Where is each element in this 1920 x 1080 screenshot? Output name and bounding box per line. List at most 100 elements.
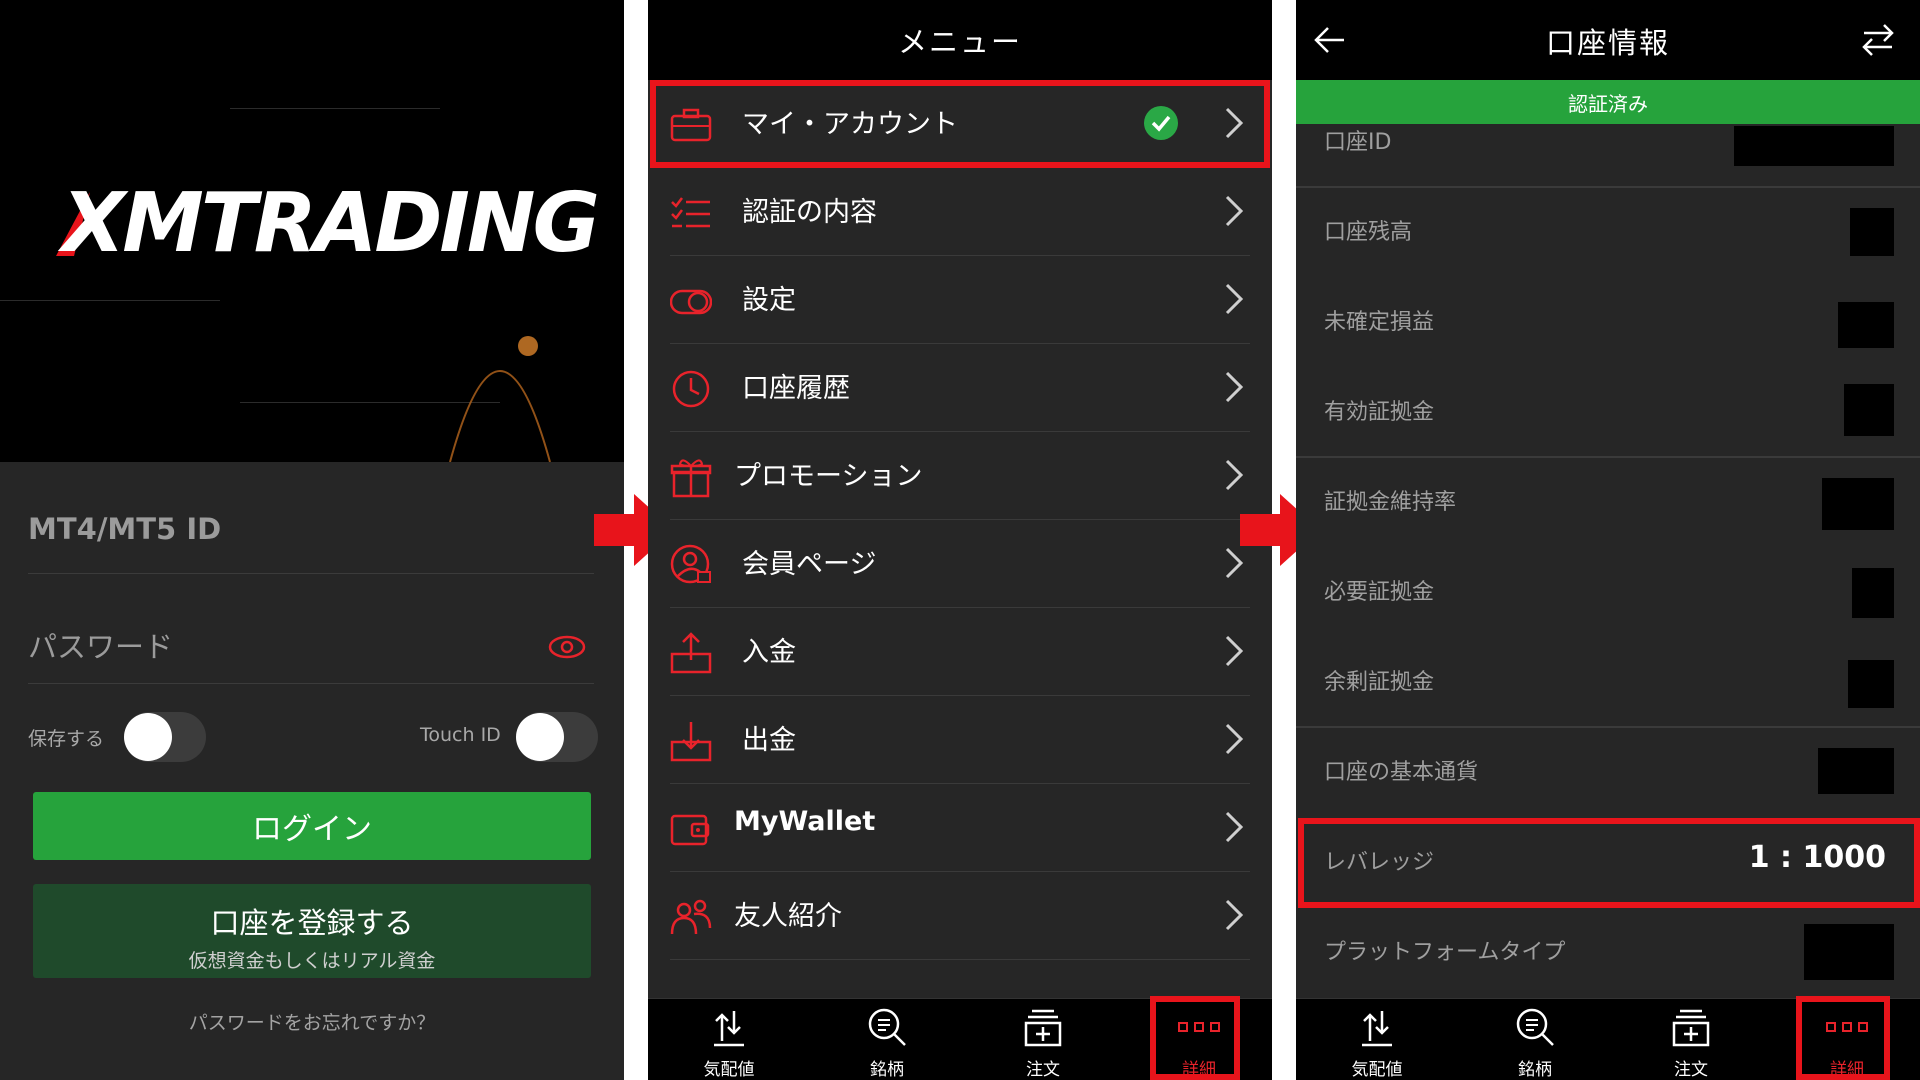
touchid-label: Touch ID — [420, 724, 501, 746]
row-label: 口座ID — [1324, 130, 1392, 155]
friends-icon — [670, 896, 712, 938]
row-free-margin: 余剰証拠金 — [1324, 638, 1894, 726]
menu-item-settings[interactable]: 設定 — [669, 256, 1250, 344]
row-label: 証拠金維持率 — [1324, 490, 1457, 515]
mt-id-input[interactable]: MT4/MT5 ID — [28, 512, 594, 574]
menu-item-label: 口座履歴 — [742, 373, 850, 404]
row-label: 必要証拠金 — [1324, 580, 1435, 605]
redacted-value — [1804, 924, 1894, 980]
menu-item-label: 出金 — [742, 725, 796, 756]
highlight-my-account — [650, 80, 1270, 168]
symbol-search-icon — [868, 1008, 906, 1046]
menu-item-mywallet[interactable]: MyWallet — [670, 784, 1250, 872]
menu-item-member-page[interactable]: 会員ページ — [670, 520, 1250, 608]
menu-item-verification[interactable]: 認証の内容 — [670, 168, 1250, 256]
mt-id-placeholder: MT4/MT5 ID — [28, 512, 222, 546]
row-margin-level: 証拠金維持率 — [1324, 458, 1894, 546]
checklist-icon — [670, 192, 712, 234]
tab-quotes[interactable]: 気配値 — [1332, 1007, 1422, 1080]
register-button[interactable]: 口座を登録する 仮想資金もしくはリアル資金 — [33, 884, 591, 978]
account-info-screen: 口座情報 認証済み 口座ID 口座残高 未確定損益 有効証拠金 証拠金維持率 必… — [1296, 0, 1920, 1080]
menu-item-deposit[interactable]: 入金 — [670, 608, 1250, 696]
tab-symbols[interactable]: 銘柄 — [1490, 1007, 1580, 1080]
gift-icon — [670, 456, 712, 498]
row-label: 口座残高 — [1324, 220, 1413, 245]
redacted-value — [1848, 660, 1894, 708]
menu-item-label: MyWallet — [734, 806, 876, 837]
password-input[interactable]: パスワード — [28, 624, 594, 684]
account-header: 口座情報 — [1296, 0, 1920, 80]
redacted-value — [1844, 384, 1894, 436]
chevron-right-icon — [1224, 282, 1244, 320]
chevron-right-icon — [1224, 370, 1244, 408]
tab-quotes[interactable]: 気配値 — [684, 1007, 774, 1080]
redacted-value — [1852, 568, 1894, 618]
order-icon — [1672, 1009, 1710, 1047]
menu-item-account-history[interactable]: 口座履歴 — [670, 344, 1250, 432]
redacted-value — [1850, 208, 1894, 256]
decor-line — [0, 300, 220, 301]
highlight-details-tab — [1150, 996, 1240, 1080]
row-base-currency: 口座の基本通貨 — [1324, 728, 1894, 816]
toggle-row: 保存する Touch ID — [28, 708, 598, 764]
tab-label: 注文 — [1026, 1060, 1060, 1080]
chevron-right-icon — [1224, 898, 1244, 936]
password-placeholder: パスワード — [28, 630, 174, 664]
row-balance: 口座残高 — [1324, 188, 1894, 276]
menu-item-label: 会員ページ — [742, 549, 877, 580]
xmtrading-logo: XMTRADING — [62, 176, 600, 271]
chevron-right-icon — [1224, 458, 1244, 496]
save-toggle[interactable] — [124, 712, 206, 762]
hero-banner: XMTRADING — [0, 0, 624, 462]
eye-icon[interactable] — [548, 634, 586, 664]
highlight-details-tab — [1796, 996, 1890, 1080]
login-screen: XMTRADING MT4/MT5 ID パスワード 保存する Touch ID… — [0, 0, 624, 1080]
row-equity: 有効証拠金 — [1324, 368, 1894, 456]
quotes-icon — [714, 1011, 744, 1047]
redacted-value — [1734, 126, 1894, 166]
row-account-id: 口座ID — [1324, 98, 1894, 186]
menu-item-promotion[interactable]: プロモーション — [670, 432, 1250, 520]
toggle-knob — [516, 713, 564, 761]
forgot-password-link[interactable]: パスワードをお忘れですか？ — [0, 1008, 624, 1035]
clock-icon — [670, 368, 712, 410]
tab-label: 気配値 — [703, 1060, 755, 1080]
toggle-settings-icon — [669, 280, 713, 322]
wallet-icon — [670, 808, 712, 850]
withdraw-icon — [670, 720, 712, 762]
order-icon — [1024, 1009, 1062, 1047]
row-unrealized-pl: 未確定損益 — [1324, 278, 1894, 366]
switch-account-icon[interactable] — [1860, 22, 1896, 62]
menu-item-label: 入金 — [742, 637, 796, 668]
chart-curve-decor — [449, 336, 551, 462]
deposit-icon — [670, 632, 712, 674]
chevron-right-icon — [1224, 634, 1244, 672]
touchid-toggle[interactable] — [516, 712, 598, 762]
menu-item-label: 設定 — [742, 285, 796, 316]
highlight-leverage — [1298, 818, 1920, 908]
tab-order[interactable]: 注文 — [1646, 1007, 1736, 1080]
redacted-value — [1838, 302, 1894, 348]
register-sub-label: 仮想資金もしくはリアル資金 — [188, 950, 436, 972]
login-button[interactable]: ログイン — [33, 792, 591, 860]
row-required-margin: 必要証拠金 — [1324, 548, 1894, 636]
chevron-right-icon — [1224, 194, 1244, 232]
row-label: 未確定損益 — [1324, 310, 1435, 335]
redacted-value — [1818, 748, 1894, 794]
menu-item-label: 友人紹介 — [734, 901, 842, 932]
menu-item-label: プロモーション — [734, 461, 923, 492]
tab-symbols[interactable]: 銘柄 — [842, 1007, 932, 1080]
tab-label: 銘柄 — [1518, 1060, 1552, 1080]
symbol-search-icon — [1516, 1008, 1554, 1046]
chevron-right-icon — [1224, 810, 1244, 848]
menu-item-referral[interactable]: 友人紹介 — [670, 872, 1250, 960]
row-label: 余剰証拠金 — [1324, 670, 1435, 695]
chevron-right-icon — [1224, 722, 1244, 760]
tab-label: 銘柄 — [870, 1060, 904, 1080]
row-label: プラットフォームタイプ — [1324, 940, 1566, 965]
row-label: 有効証拠金 — [1324, 400, 1435, 425]
tab-order[interactable]: 注文 — [998, 1007, 1088, 1080]
redacted-value — [1822, 478, 1894, 530]
tab-label: 注文 — [1674, 1060, 1708, 1080]
menu-item-withdraw[interactable]: 出金 — [670, 696, 1250, 784]
